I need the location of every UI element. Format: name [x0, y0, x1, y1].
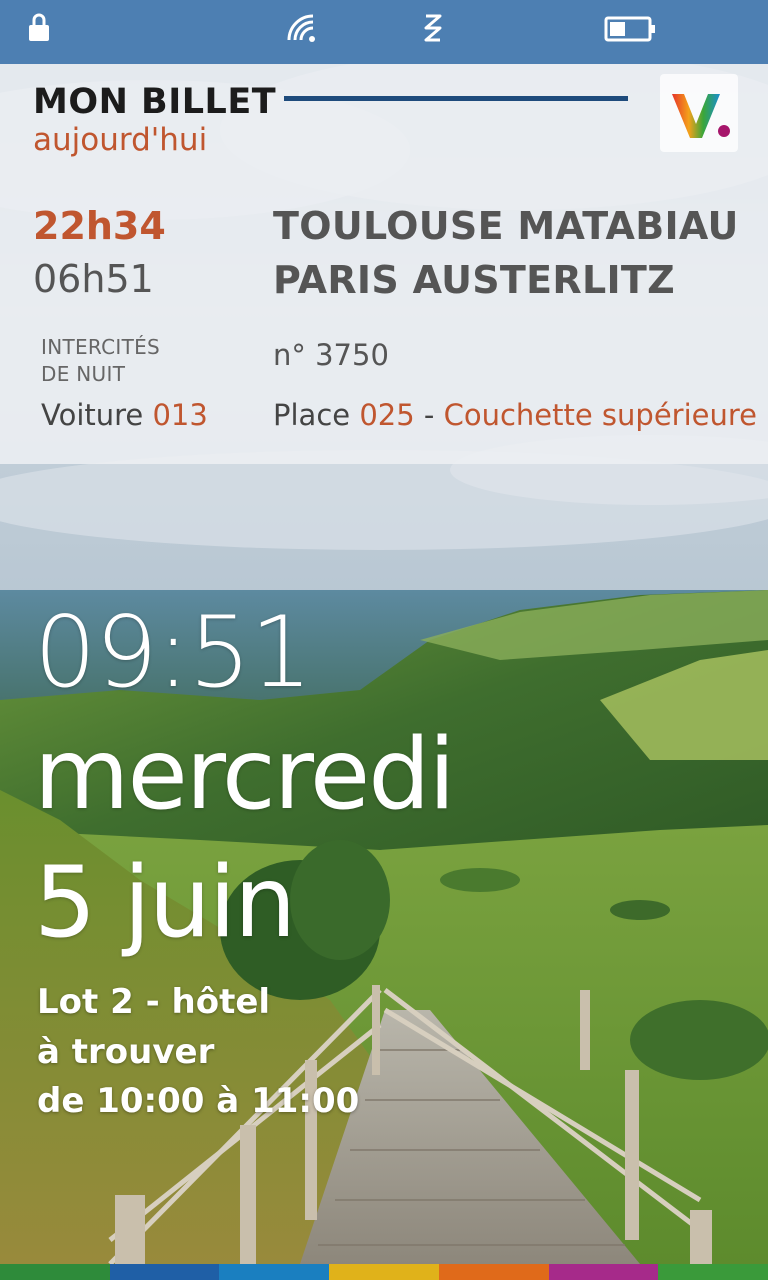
train-type-line1: INTERCITÉS [41, 335, 161, 359]
place-separator: - [414, 398, 444, 432]
place-value: 025 [359, 398, 415, 432]
berth-type: Couchette supérieure [443, 398, 758, 432]
lock-screen: MON BILLET aujourd'hui 22h34 06h51 TOULO… [0, 0, 768, 1280]
calendar-event-subtitle: à trouver [37, 1032, 215, 1072]
ticket-panel[interactable]: MON BILLET aujourd'hui 22h34 06h51 TOULO… [0, 64, 768, 464]
arrival-station: PARIS AUSTERLITZ [273, 258, 675, 302]
voyages-sncf-logo [660, 74, 738, 152]
brand-stripe-segment [658, 1264, 768, 1280]
brand-stripe-segment [219, 1264, 330, 1280]
departure-station: TOULOUSE MATABIAU [273, 204, 739, 248]
place-label: Place [273, 398, 351, 432]
coach-value: 013 [152, 398, 208, 432]
brand-color-stripe [0, 1264, 768, 1280]
wifi-icon [287, 14, 315, 42]
train-type-line2: DE NUIT [41, 362, 126, 386]
lock-icon [29, 13, 49, 41]
coach-label: Voiture [41, 398, 144, 432]
ticket-subtitle: aujourd'hui [33, 122, 208, 158]
v-logo-icon [672, 94, 730, 138]
battery-icon [604, 16, 655, 42]
coach-info: Voiture 013 [41, 398, 208, 432]
clock-time: 09:51 [34, 596, 312, 710]
train-number: n° 3750 [273, 338, 389, 372]
clock-date: 5 juin [34, 846, 296, 960]
arrival-time: 06h51 [33, 257, 154, 301]
vibrate-icon [424, 14, 442, 42]
brand-stripe-segment [548, 1264, 659, 1280]
departure-time: 22h34 [33, 204, 166, 248]
status-bar [0, 0, 768, 64]
ticket-title: MON BILLET [33, 82, 277, 122]
calendar-event-time: de 10:00 à 11:00 [37, 1081, 360, 1121]
title-divider [284, 96, 628, 101]
brand-stripe-segment [109, 1264, 220, 1280]
brand-stripe-segment [329, 1264, 439, 1280]
train-type: INTERCITÉS DE NUIT [41, 334, 160, 388]
brand-stripe-segment [0, 1264, 110, 1280]
calendar-event-title: Lot 2 - hôtel [37, 982, 271, 1022]
clock-day: mercredi [34, 718, 456, 832]
brand-stripe-segment [438, 1264, 549, 1280]
seat-info: Place 025 - Couchette supérieure [273, 398, 757, 432]
